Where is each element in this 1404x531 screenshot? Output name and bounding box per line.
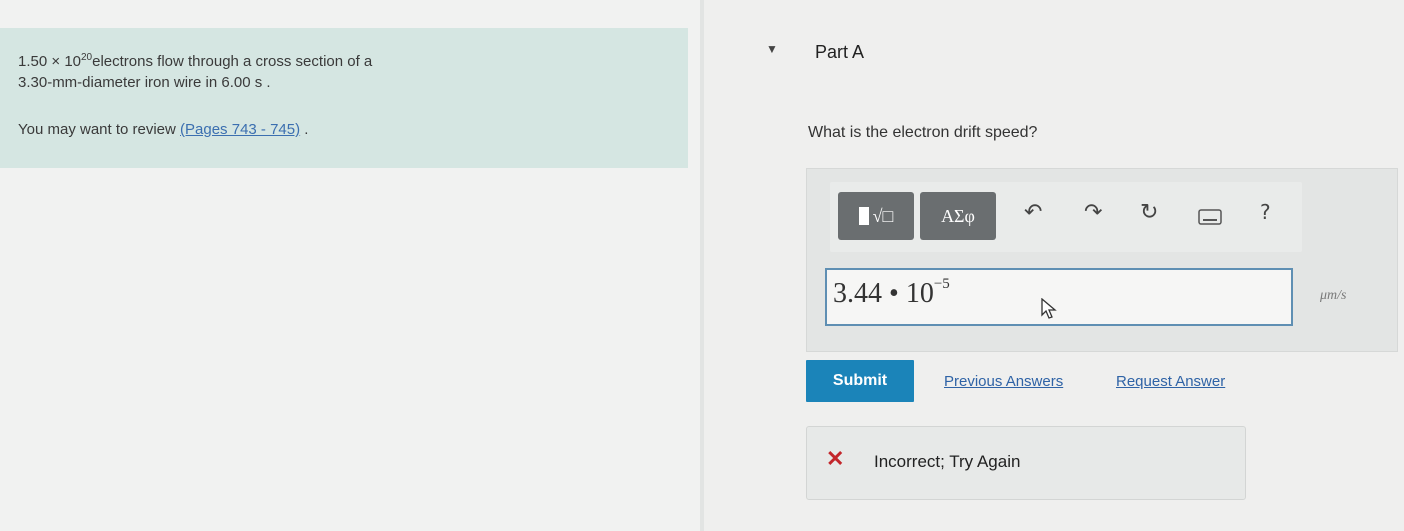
problem-statement bbox=[0, 28, 688, 168]
reset-icon[interactable]: ↻ bbox=[1140, 200, 1158, 225]
problem-line-1: 1.50 × 1020electrons flow through a cros… bbox=[18, 52, 372, 70]
review-prefix: You may want to review bbox=[18, 121, 181, 138]
problem-base: 10 bbox=[64, 53, 81, 70]
feedback-message: Incorrect; Try Again bbox=[874, 452, 1021, 471]
previous-answers-link[interactable]: Previous Answers bbox=[944, 373, 1063, 390]
answer-exponent: −5 bbox=[933, 276, 950, 292]
templates-label: √□ bbox=[872, 205, 894, 226]
answer-mantissa: 3.44 bbox=[833, 278, 882, 309]
unit-label: μm/s bbox=[1320, 288, 1347, 303]
help-icon[interactable]: ? bbox=[1260, 200, 1271, 224]
request-answer-link[interactable]: Request Answer bbox=[1116, 373, 1225, 390]
submit-button[interactable]: Submit bbox=[806, 360, 914, 402]
times-sign: × bbox=[51, 53, 61, 70]
review-pages-link[interactable]: (Pages 743 - 745) bbox=[180, 121, 300, 138]
greek-symbols-button[interactable]: ΑΣφ bbox=[920, 192, 996, 240]
answer-dot: • bbox=[889, 278, 899, 309]
review-suffix: . bbox=[300, 121, 309, 138]
review-line: You may want to review (Pages 743 - 745)… bbox=[18, 121, 308, 138]
problem-exponent: 20 bbox=[81, 52, 93, 63]
question-text: What is the electron drift speed? bbox=[808, 124, 1038, 141]
keyboard-icon[interactable] bbox=[1198, 206, 1222, 231]
collapse-toggle-icon[interactable]: ▼ bbox=[766, 42, 778, 56]
error-x-icon: ✕ bbox=[826, 446, 845, 471]
problem-mantissa: 1.50 bbox=[18, 53, 48, 70]
answer-value: 3.44 • 10−5 bbox=[833, 276, 950, 310]
templates-button[interactable]: √□ bbox=[838, 192, 914, 240]
undo-icon[interactable]: ↶ bbox=[1024, 200, 1042, 225]
redo-icon[interactable]: ↷ bbox=[1084, 200, 1102, 225]
templates-icon bbox=[858, 207, 869, 225]
problem-line-2: 3.30-mm-diameter iron wire in 6.00 s . bbox=[18, 74, 271, 91]
mouse-pointer-icon bbox=[1040, 297, 1058, 325]
answer-base: 10 bbox=[905, 278, 934, 309]
problem-text-1: electrons flow through a cross section o… bbox=[92, 53, 373, 70]
part-title: Part A bbox=[815, 42, 865, 62]
feedback-box bbox=[806, 426, 1246, 500]
